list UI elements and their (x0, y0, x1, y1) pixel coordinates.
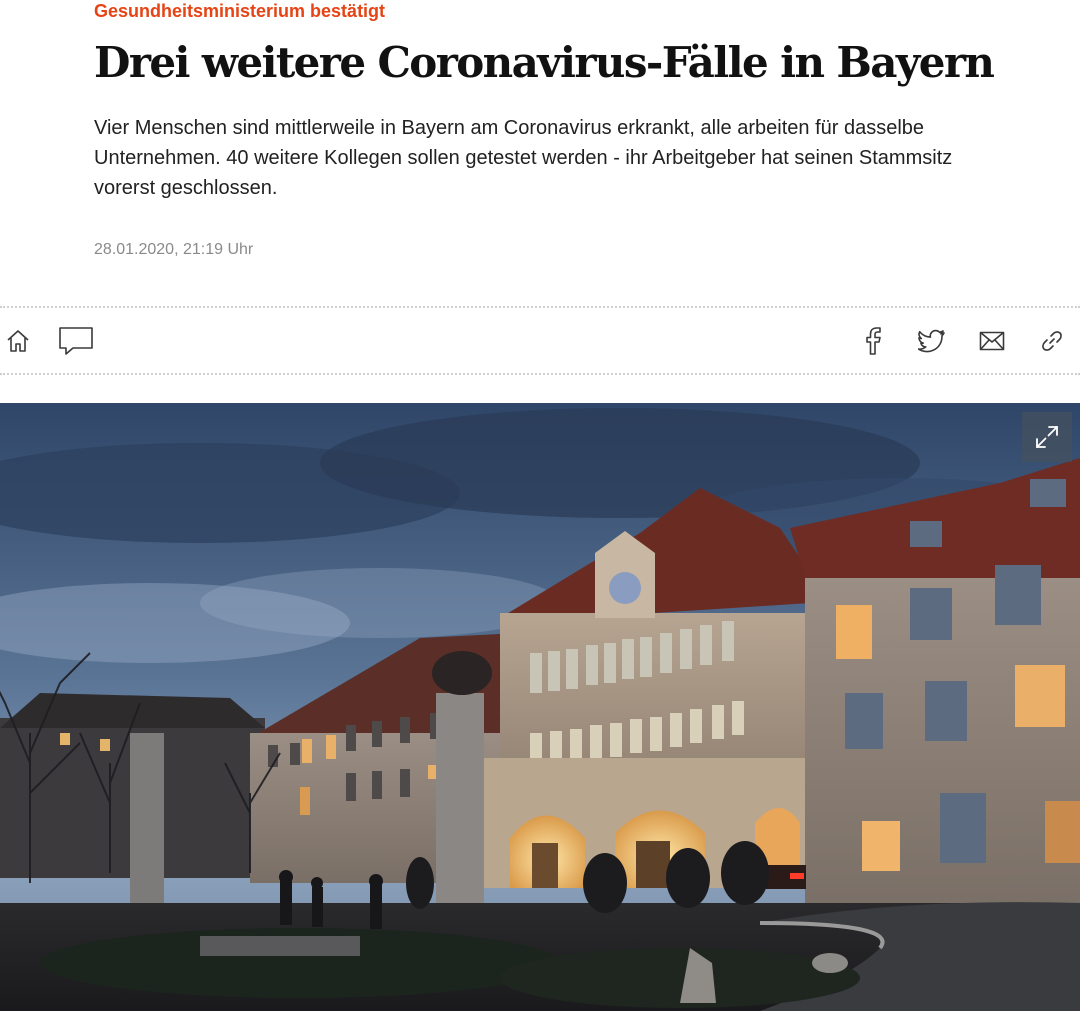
comment-icon (59, 327, 93, 355)
share-facebook-button[interactable] (855, 324, 891, 358)
copy-link-button[interactable] (1034, 324, 1070, 358)
home-icon (7, 330, 29, 352)
share-mail-button[interactable] (974, 324, 1010, 358)
mail-icon (979, 331, 1005, 351)
article-kicker: Gesundheitsministerium bestätigt (94, 1, 386, 21)
article-toolbar (0, 308, 1080, 373)
home-button[interactable] (0, 324, 36, 358)
expand-icon (1036, 426, 1058, 448)
expand-image-button[interactable] (1022, 412, 1072, 462)
article-lead: Vier Menschen sind mittlerweile in Bayer… (94, 117, 953, 199)
facebook-icon (866, 327, 881, 355)
article-headline: Drei weitere Coronavirus-Fälle in Bayern (94, 38, 995, 87)
link-icon (1042, 331, 1062, 351)
twitter-icon (918, 329, 945, 353)
hero-photo-illustration (0, 403, 1080, 1011)
share-twitter-button[interactable] (914, 324, 950, 358)
article-timestamp: 28.01.2020, 21:19 Uhr (94, 241, 254, 258)
hero-image (0, 403, 1080, 1011)
toolbar-divider-bottom (0, 373, 1080, 375)
comments-button[interactable] (57, 324, 95, 358)
